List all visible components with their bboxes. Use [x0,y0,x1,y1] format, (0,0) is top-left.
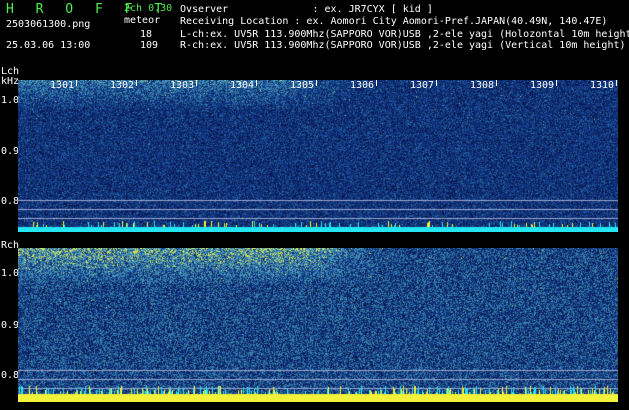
lch-spectrogram [18,80,618,232]
rch-ytick-3: 0.8 [1,370,20,381]
lch-ytick-3: 0.8 [1,196,20,207]
meteor-label: meteor [124,15,161,26]
lch-spectrogram-canvas [18,80,618,232]
time-tick-label: 1310 [590,80,615,91]
rch-spectrogram [18,248,618,402]
time-tick-mark [616,80,617,86]
time-tick-mark [256,80,257,86]
time-tick-label: 1305 [290,80,315,91]
datetime-label: 25.03.06 13:00 [6,40,91,51]
lch-info: L-ch:ex. UV5R 113.900Mhz(SAPPORO VOR)USB… [180,29,629,40]
time-tick-label: 1308 [470,80,495,91]
time-tick-mark [556,80,557,86]
observer-info: Ovserver : ex. JR7CYX [ kid ] [180,4,433,15]
rch-label: Rch [1,240,20,251]
lch-ytick-1: 1.0 [1,95,20,106]
time-tick-label: 1304 [230,80,255,91]
time-tick-mark [376,80,377,86]
rch-ytick-2: 0.9 [1,320,20,331]
time-tick-mark [76,80,77,86]
filename-label: 2503061300.png [6,19,91,30]
time-tick-label: 1309 [530,80,555,91]
rch-spectrogram-canvas [18,248,618,402]
lch-unit: kHz [1,76,20,87]
time-tick-label: 1307 [410,80,435,91]
time-tick-mark [136,80,137,86]
time-tick-mark [496,80,497,86]
rch-ytick-1: 1.0 [1,268,20,279]
time-tick-label: 1301 [50,80,75,91]
location-info: Receiving Location : ex. Aomori City Aom… [180,16,608,27]
time-tick-label: 1303 [170,80,195,91]
meteor-count-lch: 18 [140,29,153,40]
time-tick-mark [436,80,437,86]
time-tick-label: 1306 [350,80,375,91]
lch-ytick-2: 0.9 [1,146,20,157]
mode-label: 2ch 0.30 [124,3,173,14]
rch-info: R-ch:ex. UV5R 113.900Mhz(SAPPORO VOR)USB… [180,40,626,51]
time-tick-label: 1302 [110,80,135,91]
time-tick-mark [196,80,197,86]
time-tick-mark [316,80,317,86]
meteor-count-rch: 109 [140,40,159,51]
